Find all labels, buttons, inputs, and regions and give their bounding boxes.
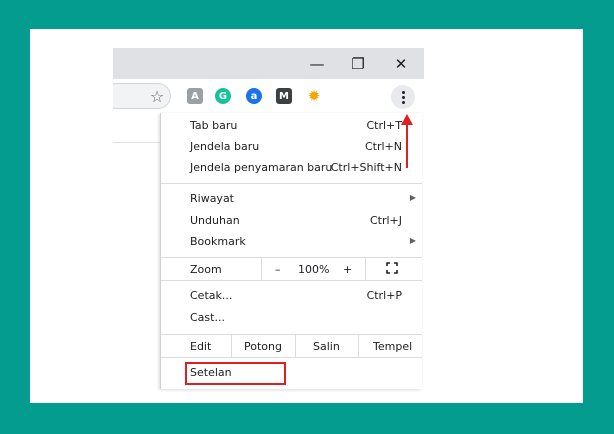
menu-item-bookmarks[interactable]: Bookmark ▶ — [161, 232, 422, 253]
zoom-divider — [365, 258, 366, 280]
menu-item-zoom: Zoom — [161, 260, 422, 281]
close-icon: ✕ — [394, 54, 408, 73]
menu-item-label: Bookmark — [190, 235, 246, 248]
shortcut-label: Ctrl+P — [366, 289, 402, 302]
fullscreen-button[interactable] — [386, 262, 398, 274]
edit-divider — [358, 335, 359, 357]
grammarly-icon: G — [218, 90, 228, 102]
shortcut-label: Ctrl+N — [364, 140, 402, 153]
shortcut-label: Ctrl+T — [366, 119, 402, 132]
zoom-out-button[interactable]: – — [275, 263, 281, 276]
menu-divider — [161, 183, 422, 184]
minimize-button[interactable]: — — [297, 48, 337, 79]
restore-icon: ❐ — [351, 54, 365, 73]
paste-button[interactable]: Tempel — [373, 340, 412, 353]
minimize-icon: — — [309, 54, 325, 73]
menu-divider — [161, 280, 422, 281]
pdf-extension-button[interactable]: A — [187, 88, 203, 104]
menu-item-label: Jendela baru — [190, 140, 260, 153]
edit-divider — [231, 335, 232, 357]
zoom-level: 100% — [298, 263, 330, 276]
menu-item-label: Jendela penyamaran baru — [190, 161, 333, 174]
red-arrow-icon — [401, 114, 413, 125]
kebab-dot-icon — [401, 95, 405, 99]
copy-button[interactable]: Salin — [313, 340, 340, 353]
fullscreen-icon — [386, 262, 398, 274]
menu-item-edit: Edit — [190, 340, 212, 353]
sun-extension-icon: ✹ — [307, 87, 321, 105]
submenu-arrow-icon: ▶ — [409, 236, 416, 245]
menu-divider — [161, 257, 422, 258]
pdf-extension-icon: A — [191, 90, 199, 102]
menu-item-downloads[interactable]: Unduhan Ctrl+J — [161, 211, 422, 232]
more-menu-button[interactable] — [391, 85, 415, 109]
cut-button[interactable]: Potong — [244, 340, 282, 353]
sun-extension-button[interactable]: ✹ — [306, 87, 322, 105]
menu-item-new-window[interactable]: Jendela baru Ctrl+N — [161, 137, 422, 158]
shortcut-label: Ctrl+Shift+N — [330, 161, 402, 174]
page-divider — [113, 142, 160, 143]
minus-icon: – — [275, 263, 281, 276]
menu-item-label: Cetak... — [190, 289, 233, 302]
zoom-in-button[interactable]: + — [343, 263, 352, 276]
menu-item-cast[interactable]: Cast... — [161, 308, 422, 329]
a-extension-icon: a — [250, 90, 258, 102]
menu-item-history[interactable]: Riwayat ▶ — [161, 189, 422, 210]
menu-item-label: Cast... — [190, 311, 225, 324]
m-extension-button[interactable]: M — [276, 88, 292, 104]
plus-icon: + — [343, 263, 353, 276]
bookmark-star-button[interactable]: ☆ — [148, 85, 166, 107]
menu-item-incognito[interactable]: Jendela penyamaran baru Ctrl+Shift+N — [161, 158, 422, 179]
menu-item-new-tab[interactable]: Tab baru Ctrl+T — [161, 116, 422, 137]
close-window-button[interactable]: ✕ — [381, 48, 421, 79]
restore-button[interactable]: ❐ — [338, 48, 378, 79]
red-arrow-line — [406, 124, 408, 168]
kebab-dot-icon — [401, 100, 405, 104]
zoom-divider — [261, 258, 262, 280]
menu-divider — [161, 357, 422, 358]
submenu-arrow-icon: ▶ — [409, 193, 416, 202]
a-extension-button[interactable]: a — [246, 88, 262, 104]
menu-item-label: Zoom — [190, 263, 222, 276]
grammarly-extension-button[interactable]: G — [215, 88, 231, 104]
settings-highlight-box — [185, 362, 286, 385]
chrome-main-menu: Tab baru Ctrl+T Jendela baru Ctrl+N Jend… — [160, 113, 422, 389]
shortcut-label: Ctrl+J — [369, 214, 402, 227]
kebab-dot-icon — [401, 90, 405, 94]
star-icon: ☆ — [149, 86, 165, 106]
m-extension-icon: M — [279, 90, 289, 102]
menu-item-label: Tab baru — [190, 119, 238, 132]
edit-divider — [295, 335, 296, 357]
menu-item-label: Unduhan — [190, 214, 240, 227]
menu-item-print[interactable]: Cetak... Ctrl+P — [161, 286, 422, 307]
menu-divider — [161, 334, 422, 335]
menu-item-label: Riwayat — [190, 192, 234, 205]
